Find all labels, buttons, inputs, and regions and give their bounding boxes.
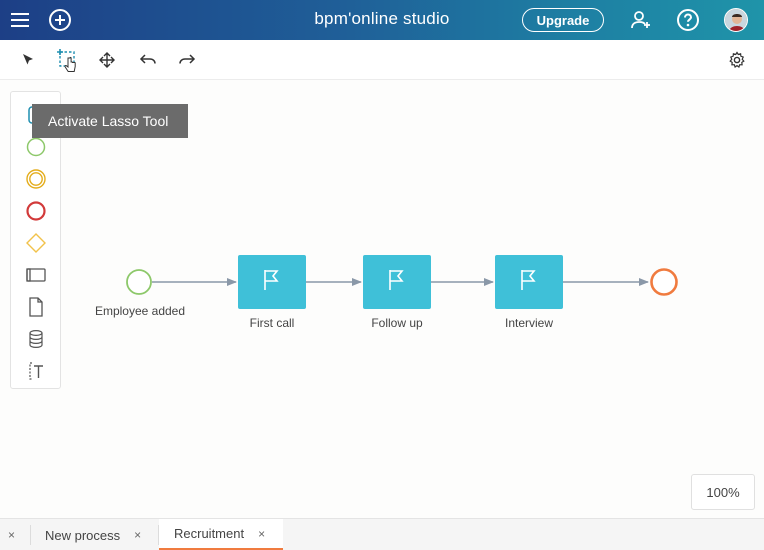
- intermediate-event-icon[interactable]: [23, 166, 49, 192]
- help-icon[interactable]: [676, 8, 700, 32]
- tab-label: Recruitment: [174, 526, 245, 541]
- avatar[interactable]: [724, 8, 748, 32]
- tab-divider: [30, 525, 31, 545]
- task-label: First call: [249, 316, 295, 330]
- start-event[interactable]: [126, 269, 152, 295]
- tab-new-process[interactable]: New process ×: [45, 519, 155, 550]
- settings-icon[interactable]: [727, 50, 747, 70]
- data-store-icon[interactable]: [23, 326, 49, 352]
- redo-icon[interactable]: [177, 50, 197, 70]
- lasso-tooltip: Activate Lasso Tool: [32, 104, 188, 138]
- text-annotation-icon[interactable]: [23, 358, 49, 384]
- zoom-level[interactable]: 100%: [691, 474, 755, 510]
- process-diagram: [126, 255, 678, 309]
- end-event-icon[interactable]: [23, 198, 49, 224]
- toolbar: [0, 40, 764, 80]
- task-icon[interactable]: [23, 262, 49, 288]
- tab-label: New process: [45, 527, 121, 543]
- add-user-icon[interactable]: [629, 8, 653, 32]
- undo-icon[interactable]: [138, 50, 158, 70]
- tab-bar: × New process × Recruitment ×: [0, 518, 764, 550]
- pointer-icon[interactable]: [18, 50, 38, 70]
- task-first-call[interactable]: [238, 255, 306, 309]
- close-tab-icon[interactable]: ×: [134, 528, 141, 542]
- data-object-icon[interactable]: [23, 294, 49, 320]
- app-header: bpm'online studio Upgrade: [0, 0, 764, 40]
- task-interview[interactable]: [495, 255, 563, 309]
- start-event-label: Employee added: [94, 304, 186, 318]
- task-follow-up[interactable]: [363, 255, 431, 309]
- task-label: Follow up: [371, 316, 423, 330]
- gateway-icon[interactable]: [23, 230, 49, 256]
- move-icon[interactable]: [97, 50, 117, 70]
- upgrade-button[interactable]: Upgrade: [522, 8, 604, 32]
- lasso-icon[interactable]: [56, 48, 80, 74]
- end-event[interactable]: [650, 268, 678, 296]
- task-label: Interview: [504, 316, 554, 330]
- close-tab-icon[interactable]: ×: [258, 527, 265, 541]
- tab-recruitment[interactable]: Recruitment ×: [159, 519, 283, 550]
- close-all-tab-icon[interactable]: ×: [8, 519, 24, 550]
